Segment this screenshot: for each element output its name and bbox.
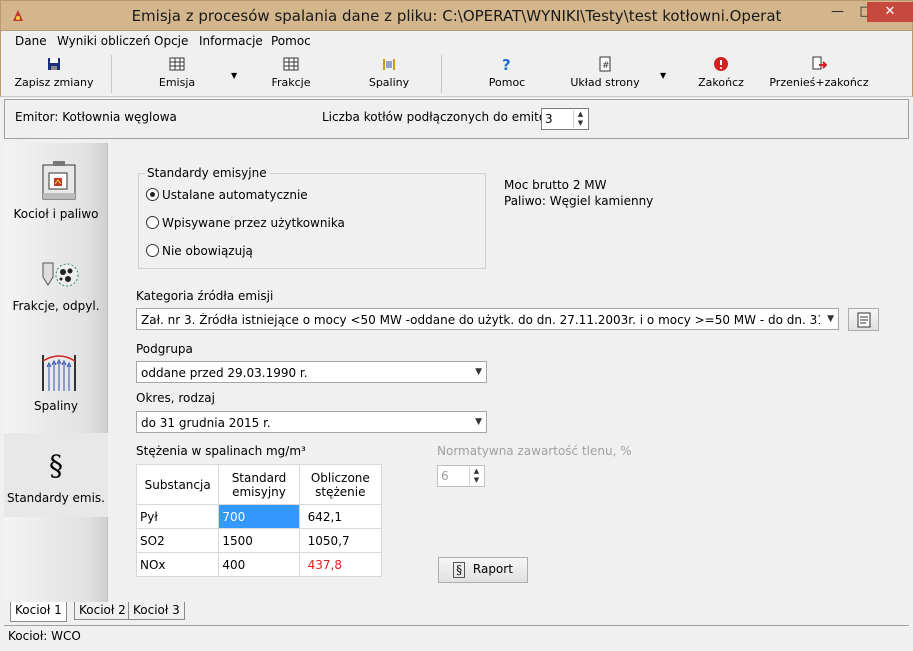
spaliny-button[interactable]: Spaliny <box>353 54 425 94</box>
radio-auto[interactable]: Ustalane automatycznie <box>146 188 308 202</box>
category-select[interactable]: Zał. nr 3. Źródła istniejące o mocy <50 … <box>136 308 839 330</box>
menu-pomoc[interactable]: Pomoc <box>271 34 311 48</box>
toolbar-separator <box>441 55 442 93</box>
standards-group-title: Standardy emisyjne <box>145 166 269 180</box>
fuel-info: Paliwo: Węgiel kamienny <box>504 194 654 208</box>
status-bar: Kocioł: WCO <box>4 625 909 647</box>
table-row[interactable]: Pył 700 642,1 <box>135 504 383 529</box>
chevron-down-icon: ▼ <box>475 367 482 377</box>
table-row[interactable]: NOx 400 437,8 <box>135 552 383 577</box>
dust-fractions-icon <box>42 262 79 287</box>
chevron-down-icon: ▼ <box>827 314 834 324</box>
subgroup-label: Podgrupa <box>136 342 193 356</box>
menu-dane[interactable]: Dane <box>15 34 47 48</box>
radio-dot-icon <box>146 216 159 229</box>
radio-none[interactable]: Nie obowiązują <box>146 244 253 258</box>
paragraph-icon: § <box>49 449 63 482</box>
floppy-disk-icon <box>48 58 60 70</box>
column-header: Obliczone stężenie <box>298 464 383 505</box>
emisja-dropdown-arrow-icon[interactable]: ▼ <box>231 71 237 80</box>
spinner-arrows-icon: ▲ ▼ <box>469 467 483 485</box>
menu-bar: Dane Wyniki obliczeń Opcje Informacje Po… <box>0 31 913 51</box>
table-header-row: Substancja Standard emisyjny Obliczone s… <box>135 464 383 505</box>
chevron-down-icon: ▼ <box>475 417 482 427</box>
radio-user[interactable]: Wpisywane przez użytkownika <box>146 216 345 230</box>
frakcje-button[interactable]: Frakcje <box>255 54 327 94</box>
column-header: Substancja <box>135 464 220 505</box>
category-label: Kategoria źródła emisji <box>136 289 274 303</box>
sidebar-item-spaliny[interactable]: Spaliny <box>4 341 108 425</box>
save-button[interactable]: Zapisz zmiany <box>7 54 101 94</box>
sidebar-item-kociol[interactable]: Kocioł i paliwo <box>4 149 108 233</box>
standard-cell[interactable]: 700 <box>218 504 300 529</box>
paragraph-icon: § <box>453 562 466 578</box>
table-row[interactable]: SO2 1500 1050,7 <box>135 528 383 553</box>
title-bar: Emisja z procesów spalania dane z pliku:… <box>0 0 913 31</box>
period-select[interactable]: do 31 grudnia 2015 r. ▼ <box>136 411 487 433</box>
exit-icon <box>714 57 728 71</box>
computed-cell: 642,1 <box>298 504 383 529</box>
emitor-label: Emitor: Kotłownia węglowa <box>15 110 177 124</box>
standards-group: Standardy emisyjne Ustalane automatyczni… <box>138 166 486 269</box>
flue-gas-small-icon <box>383 59 395 70</box>
boiler-tabs: Kocioł 1 Kocioł 2 Kocioł 3 <box>4 602 909 624</box>
tab-kociol-3[interactable]: Kocioł 3 <box>128 602 185 620</box>
page-layout-button[interactable]: # Układ strony <box>567 54 643 94</box>
close-button[interactable]: ✕ <box>867 2 913 22</box>
svg-text:#: # <box>602 61 610 71</box>
window-title: Emisja z procesów spalania dane z pliku:… <box>131 7 782 25</box>
computed-cell: 437,8 <box>298 552 383 577</box>
table-icon <box>169 57 185 71</box>
help-button[interactable]: ? Pomoc <box>471 54 543 94</box>
minimize-icon[interactable]: — <box>824 2 851 22</box>
transfer-exit-button[interactable]: Przenieś+zakończ <box>767 54 871 94</box>
document-icon <box>857 312 870 328</box>
concentrations-table: Substancja Standard emisyjny Obliczone s… <box>135 464 383 577</box>
radio-dot-icon <box>146 188 159 201</box>
computed-cell: 1050,7 <box>298 528 383 553</box>
standard-cell[interactable]: 1500 <box>218 528 300 553</box>
layout-dropdown-arrow-icon[interactable]: ▼ <box>660 71 666 80</box>
column-header: Standard emisyjny <box>218 464 300 505</box>
toolbar: Zapisz zmiany Emisja ▼ Frakcje Spaliny ?… <box>0 51 913 97</box>
menu-wyniki[interactable]: Wyniki obliczeń <box>57 34 150 48</box>
sidebar-item-standardy[interactable]: § Standardy emis. <box>4 433 108 517</box>
sidebar-item-frakcje[interactable]: Frakcje, odpyl. <box>4 241 108 325</box>
status-text: Kocioł: WCO <box>8 629 81 643</box>
standard-cell[interactable]: 400 <box>218 552 300 577</box>
period-label: Okres, rodzaj <box>136 391 215 405</box>
emisja-button[interactable]: Emisja <box>141 54 213 94</box>
oxygen-spinner: 6 ▲ ▼ <box>437 465 485 487</box>
exit-button[interactable]: Zakończ <box>685 54 757 94</box>
boiler-icon <box>42 161 76 200</box>
boiler-count-spinner[interactable]: 3 ▲ ▼ <box>541 108 589 130</box>
menu-informacje[interactable]: Informacje <box>199 34 263 48</box>
emitor-panel: Emitor: Kotłownia węglowa Liczba kotłów … <box>4 99 909 139</box>
svg-text:?: ? <box>502 56 511 72</box>
page-layout-icon: # <box>599 56 611 72</box>
substance-cell: SO2 <box>135 528 220 553</box>
radio-dot-icon <box>146 244 159 257</box>
substance-cell: NOx <box>135 552 220 577</box>
toolbar-separator <box>111 55 112 93</box>
flue-gas-icon <box>42 355 76 391</box>
concentrations-label: Stężenia w spalinach mg/m³ <box>136 444 306 458</box>
spinner-arrows-icon[interactable]: ▲ ▼ <box>573 110 587 128</box>
question-mark-icon: ? <box>502 56 511 72</box>
substance-cell: Pył <box>135 504 220 529</box>
tab-kociol-2[interactable]: Kocioł 2 <box>74 602 131 620</box>
report-button[interactable]: § Raport <box>438 557 528 583</box>
oxygen-label: Normatywna zawartość tlenu, % <box>437 444 632 458</box>
category-details-button[interactable] <box>848 308 879 331</box>
boiler-count-label: Liczba kotłów podłączonych do emitora <box>322 110 559 124</box>
tab-kociol-1[interactable]: Kocioł 1 <box>10 602 67 622</box>
subgroup-select[interactable]: oddane przed 29.03.1990 r. ▼ <box>136 361 487 383</box>
main-panel: Standardy emisyjne Ustalane automatyczni… <box>110 143 909 602</box>
menu-opcje[interactable]: Opcje <box>154 34 188 48</box>
transfer-exit-icon <box>812 56 827 70</box>
table-icon <box>283 57 299 71</box>
sidebar: Kocioł i paliwo Frakcje, odpyl. Spaliny … <box>4 143 108 602</box>
power-info: Moc brutto 2 MW <box>504 178 607 192</box>
